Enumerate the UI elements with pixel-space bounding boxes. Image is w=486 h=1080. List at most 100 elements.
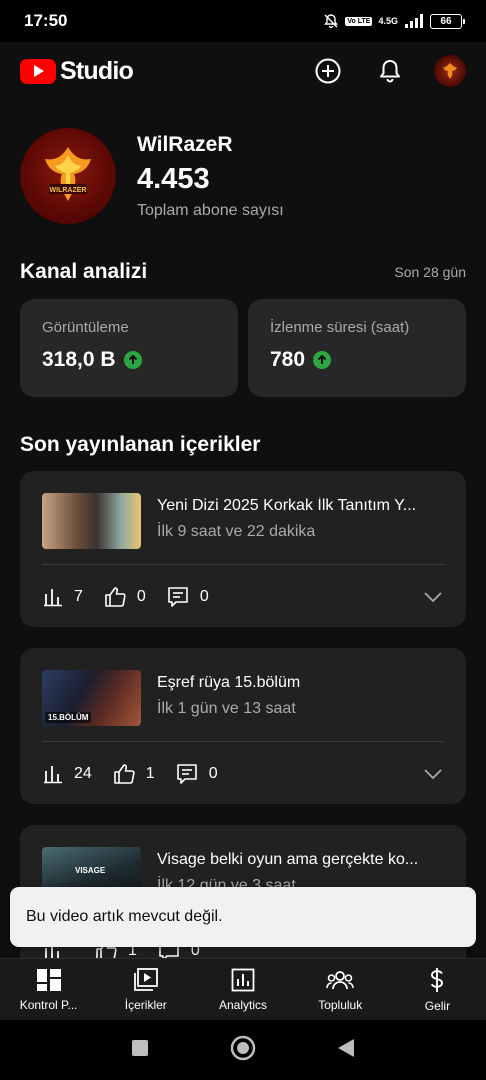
video-stats: 7 0 0	[42, 579, 444, 615]
nav-label: Analytics	[218, 997, 268, 1012]
channel-header: WILRAZER WilRazeR 4.453 Toplam abone say…	[20, 124, 466, 228]
plus-circle-icon	[315, 58, 341, 84]
metric-number: 318,0 B	[42, 348, 116, 371]
square-icon	[132, 1039, 148, 1056]
analytics-icon	[231, 968, 255, 991]
home-button[interactable]	[230, 1035, 256, 1066]
nav-community[interactable]: Topluluk	[292, 959, 389, 1020]
comment-icon	[176, 764, 197, 784]
status-icons: Vo LTE 4.5G 66	[323, 13, 465, 29]
comments-stat: 0	[166, 585, 209, 609]
metric-label: Görüntüleme	[42, 319, 129, 336]
nav-analytics[interactable]: Analytics	[194, 959, 291, 1020]
snackbar-message: Bu video artık mevcut değil.	[26, 908, 223, 925]
views-stat: 7	[42, 586, 83, 608]
arrow-up-icon	[313, 351, 332, 369]
video-header: 15.BÖLÜM Eşref rüya 15.bölüm İlk 1 gün v…	[42, 670, 444, 726]
comment-icon	[168, 587, 188, 607]
nav-content[interactable]: İçerikler	[97, 959, 194, 1020]
views-count: 7	[74, 588, 83, 605]
video-stats: 24 1 0	[42, 756, 444, 792]
channel-avatar[interactable]: WILRAZER	[20, 128, 116, 224]
thumbs-up-icon	[113, 764, 135, 784]
battery-icon: 66	[430, 13, 465, 29]
earn-icon	[431, 967, 444, 992]
thumbs-up-icon	[105, 587, 126, 607]
views-bar-icon	[44, 589, 62, 607]
phoenix-logo-icon	[443, 63, 457, 79]
community-icon	[326, 970, 355, 989]
likes-count: 0	[136, 588, 146, 605]
expand-button[interactable]	[422, 590, 444, 604]
divider	[42, 564, 444, 565]
video-card[interactable]: 15.BÖLÜM Eşref rüya 15.bölüm İlk 1 gün v…	[20, 648, 466, 804]
comments-stat: 0	[175, 762, 218, 786]
nav-label: İçerikler	[124, 997, 167, 1012]
subscriber-label: Toplam abone sayısı	[137, 201, 284, 219]
triangle-back-icon	[338, 1038, 354, 1057]
likes-count: 1	[145, 765, 155, 782]
video-meta: Yeni Dizi 2025 Korkak İlk Tanıtım Y... İ…	[157, 493, 444, 549]
analytics-title: Kanal analizi	[20, 260, 148, 283]
metric-card-views[interactable]: Görüntüleme 318,0 B	[20, 299, 238, 397]
likes-stat: 1	[112, 762, 155, 786]
comments-count: 0	[208, 765, 218, 782]
arrow-up-icon	[123, 351, 142, 369]
metric-card-watch-time[interactable]: İzlenme süresi (saat) 780	[248, 299, 466, 397]
metric-label: İzlenme süresi (saat)	[270, 319, 410, 336]
account-avatar[interactable]	[434, 55, 466, 87]
circle-icon	[230, 1035, 256, 1060]
nav-label: Topluluk	[318, 997, 363, 1012]
channel-info: WilRazeR 4.453 Toplam abone sayısı	[137, 133, 284, 220]
signal-icon	[405, 14, 423, 28]
volte-badge: Vo LTE	[345, 16, 373, 26]
video-subtitle: İlk 1 gün ve 13 saat	[157, 700, 296, 717]
content-icon	[133, 967, 158, 991]
thumbnail-caption: VISAGE	[75, 866, 106, 875]
dashboard-icon	[36, 968, 61, 991]
nav-label: Kontrol P...	[19, 997, 78, 1012]
nav-earn[interactable]: Gelir	[389, 959, 486, 1020]
notifications-button[interactable]	[372, 53, 408, 89]
video-subtitle: İlk 9 saat ve 22 dakika	[157, 523, 316, 540]
app-actions	[310, 53, 466, 89]
nav-dashboard[interactable]: Kontrol P...	[0, 959, 97, 1020]
video-thumbnail[interactable]: 15.BÖLÜM	[42, 670, 141, 726]
app-title: Studio	[60, 56, 134, 85]
video-title: Visage belki oyun ama gerçekte ko...	[157, 851, 419, 868]
status-bar: 17:50 Vo LTE 4.5G 66	[0, 0, 486, 42]
metric-value: 318,0 B	[42, 348, 216, 372]
views-count: 24	[74, 765, 92, 782]
views-stat: 24	[42, 763, 92, 785]
video-meta: Eşref rüya 15.bölüm İlk 1 gün ve 13 saat	[157, 670, 444, 726]
recent-content-title: Son yayınlanan içerikler	[20, 433, 261, 456]
phoenix-logo-icon: WILRAZER	[45, 147, 91, 201]
system-nav-bar	[0, 1020, 486, 1080]
snackbar: Bu video artık mevcut değil.	[10, 887, 476, 947]
video-title: Yeni Dizi 2025 Korkak İlk Tanıtım Y...	[157, 497, 417, 514]
video-card[interactable]: Yeni Dizi 2025 Korkak İlk Tanıtım Y... İ…	[20, 471, 466, 627]
app-bar: Studio	[0, 42, 486, 100]
thumbnail-caption: 15.BÖLÜM	[45, 712, 92, 723]
subscriber-count: 4.453	[137, 162, 210, 195]
youtube-studio-logo[interactable]: Studio	[20, 56, 134, 86]
mute-bell-icon	[324, 14, 339, 29]
video-title: Eşref rüya 15.bölüm	[157, 674, 301, 691]
recents-button[interactable]	[130, 1038, 150, 1063]
chevron-down-icon	[424, 769, 442, 780]
chevron-down-icon	[424, 592, 442, 603]
video-header: Yeni Dizi 2025 Korkak İlk Tanıtım Y... İ…	[42, 493, 444, 549]
create-button[interactable]	[310, 53, 346, 89]
video-thumbnail[interactable]	[42, 493, 141, 549]
bottom-nav: Kontrol P... İçerikler Analytics Toplulu…	[0, 958, 486, 1020]
back-button[interactable]	[336, 1037, 356, 1064]
logo-text: WILRAZER	[50, 187, 87, 194]
expand-button[interactable]	[422, 767, 444, 781]
status-time: 17:50	[24, 11, 68, 30]
youtube-play-icon	[20, 58, 56, 84]
nav-label: Gelir	[424, 998, 451, 1013]
views-bar-icon	[44, 766, 62, 784]
divider	[42, 741, 444, 742]
likes-stat: 0	[103, 585, 146, 609]
channel-name: WilRazeR	[137, 132, 233, 156]
